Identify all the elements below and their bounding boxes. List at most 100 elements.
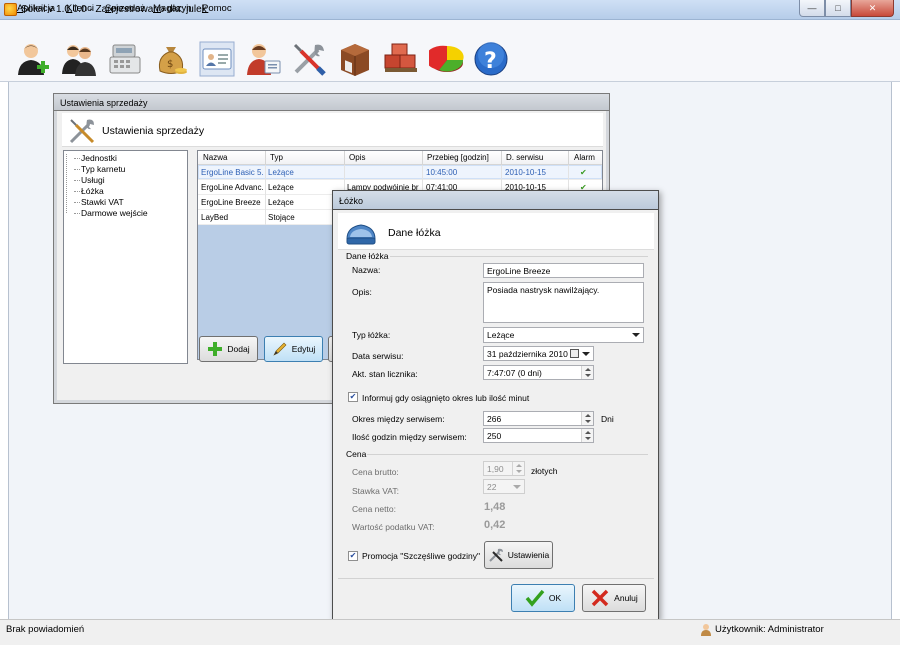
- gross-label: Cena brutto:: [352, 467, 399, 477]
- chevron-down-icon[interactable]: [582, 352, 590, 356]
- pencil-icon: [273, 342, 287, 356]
- cancel-button[interactable]: Anuluj: [582, 584, 646, 612]
- cell-name: ErgoLine Basic 5...: [201, 168, 263, 177]
- bed-dialog-titlebar[interactable]: Łóżko: [332, 190, 659, 210]
- clients-icon[interactable]: [60, 40, 98, 78]
- edit-button-label: Edytuj: [291, 344, 316, 354]
- column-header-typ[interactable]: Typ: [270, 153, 283, 162]
- edit-button[interactable]: Edytuj: [264, 336, 323, 362]
- service-date-picker[interactable]: 31 października 2010: [483, 346, 594, 361]
- promo-settings-button[interactable]: Ustawienia: [484, 541, 553, 569]
- ok-button-label: OK: [548, 593, 562, 603]
- section-divider: [367, 454, 648, 455]
- tree-item-stawki-vat[interactable]: Stawki VAT: [74, 197, 124, 207]
- tree-item-lozka[interactable]: Łóżka: [74, 186, 104, 196]
- type-select[interactable]: Leżące: [483, 327, 644, 343]
- tree-item-typ-karnetu[interactable]: Typ karnetu: [73, 164, 125, 174]
- period-spinner[interactable]: [581, 412, 593, 425]
- table-row[interactable]: ErgoLine Basic 5... Leżące 10:45:00 2010…: [198, 165, 602, 180]
- beds-grid-header: Nazwa Typ Opis Przebieg [godzin] D. serw…: [198, 151, 602, 165]
- vat-amount-label: Wartość podatku VAT:: [352, 522, 435, 532]
- name-label: Nazwa:: [352, 265, 381, 275]
- boxes-icon[interactable]: [382, 40, 420, 78]
- gross-field[interactable]: 1,90: [483, 461, 525, 476]
- column-header-przebieg[interactable]: Przebieg [godzin]: [427, 153, 489, 162]
- app-logo-icon: [4, 3, 17, 16]
- period-value: 266: [487, 414, 502, 424]
- promo-checkbox[interactable]: ✔: [348, 551, 358, 561]
- status-user: Użytkownik: Administrator: [715, 624, 824, 635]
- name-field[interactable]: ErgoLine Breeze: [483, 263, 644, 278]
- column-header-alarm[interactable]: Alarm: [574, 153, 595, 162]
- period-unit: Dni: [601, 414, 614, 424]
- hours-field[interactable]: 250: [483, 428, 594, 443]
- gross-unit: złotych: [531, 466, 558, 476]
- vat-select[interactable]: 22: [483, 479, 525, 494]
- column-header-nazwa[interactable]: Nazwa: [203, 153, 227, 162]
- add-client-icon[interactable]: [14, 40, 52, 78]
- plus-icon: [208, 342, 223, 356]
- counter-field[interactable]: 7:47:07 (0 dni): [483, 365, 594, 380]
- close-icon: [591, 589, 609, 607]
- sales-settings-titlebar[interactable]: Ustawienia sprzedaży: [53, 93, 610, 111]
- cash-register-icon[interactable]: [106, 40, 144, 78]
- column-header-serwis[interactable]: D. serwisu: [506, 153, 543, 162]
- section-divider: [390, 256, 648, 257]
- tools-icon: [488, 548, 503, 562]
- status-notifications: Brak powiadomień: [6, 624, 85, 635]
- maximize-button[interactable]: □: [825, 0, 851, 17]
- counter-spinner[interactable]: [581, 366, 593, 379]
- id-card-icon[interactable]: [198, 40, 236, 78]
- column-header-opis[interactable]: Opis: [349, 153, 365, 162]
- add-button[interactable]: Dodaj: [199, 336, 258, 362]
- cell-name: ErgoLine Advanc...: [201, 183, 263, 192]
- cell-name: ErgoLine Breeze: [201, 198, 261, 207]
- sales-settings-title: Ustawienia sprzedaży: [60, 98, 148, 108]
- chevron-down-icon: [632, 333, 640, 337]
- cell-type: Leżące: [268, 168, 294, 177]
- bed-dialog-header: [338, 213, 654, 250]
- gross-spinner[interactable]: [512, 462, 524, 475]
- vat-label: Stawka VAT:: [352, 486, 399, 496]
- check-icon: [525, 589, 545, 607]
- tools-icon[interactable]: [290, 40, 328, 78]
- chevron-down-icon: [513, 485, 521, 489]
- close-button[interactable]: ✕: [851, 0, 894, 17]
- tree-item-uslugi[interactable]: Usługi: [74, 175, 105, 185]
- menu-magazyn[interactable]: Magazyn: [153, 3, 192, 14]
- counter-label: Akt. stan licznika:: [352, 369, 418, 379]
- notify-label: Informuj gdy osiągnięto okres lub ilość …: [362, 393, 530, 403]
- user-card-icon[interactable]: [244, 40, 282, 78]
- cell-type: Leżące: [268, 183, 294, 192]
- hours-spinner[interactable]: [581, 429, 593, 442]
- add-button-label: Dodaj: [227, 344, 250, 354]
- money-bag-icon[interactable]: $: [152, 40, 190, 78]
- period-label: Okres między serwisem:: [352, 414, 445, 424]
- notify-checkbox[interactable]: ✔: [348, 392, 358, 402]
- desc-field[interactable]: Posiada nastrysk nawilżający.: [483, 282, 644, 323]
- hours-label: Ilość godzin między serwisem:: [352, 432, 467, 442]
- pie-chart-icon[interactable]: [428, 40, 466, 78]
- tree-item-jednostki[interactable]: Jednostki: [74, 153, 117, 163]
- net-value: 1,48: [484, 501, 506, 513]
- tools-icon: [68, 117, 96, 145]
- menu-aplikacja[interactable]: Aplikacja: [17, 3, 55, 14]
- tree-connector: [66, 154, 67, 213]
- period-field[interactable]: 266: [483, 411, 594, 426]
- menu-sprzedaz[interactable]: Sprzedaż: [105, 3, 145, 14]
- bed-dialog-header-title: Dane łóżka: [388, 227, 441, 239]
- calendar-icon[interactable]: [570, 349, 579, 358]
- cell-name: LayBed: [201, 213, 229, 222]
- menu-bar: [0, 20, 900, 38]
- tree-item-darmowe-wejscie[interactable]: Darmowe wejście: [74, 208, 148, 218]
- menu-klienci[interactable]: Klienci: [66, 3, 94, 14]
- promo-label: Promocja "Szczęśliwe godziny": [362, 551, 480, 561]
- help-icon[interactable]: ?: [472, 40, 510, 78]
- desc-label: Opis:: [352, 287, 372, 297]
- warehouse-box-icon[interactable]: [336, 40, 374, 78]
- ok-button[interactable]: OK: [511, 584, 575, 612]
- hours-value: 250: [487, 431, 502, 441]
- menu-pomoc[interactable]: Pomoc: [202, 3, 232, 14]
- minimize-button[interactable]: —: [799, 0, 825, 17]
- service-date-label: Data serwisu:: [352, 351, 404, 361]
